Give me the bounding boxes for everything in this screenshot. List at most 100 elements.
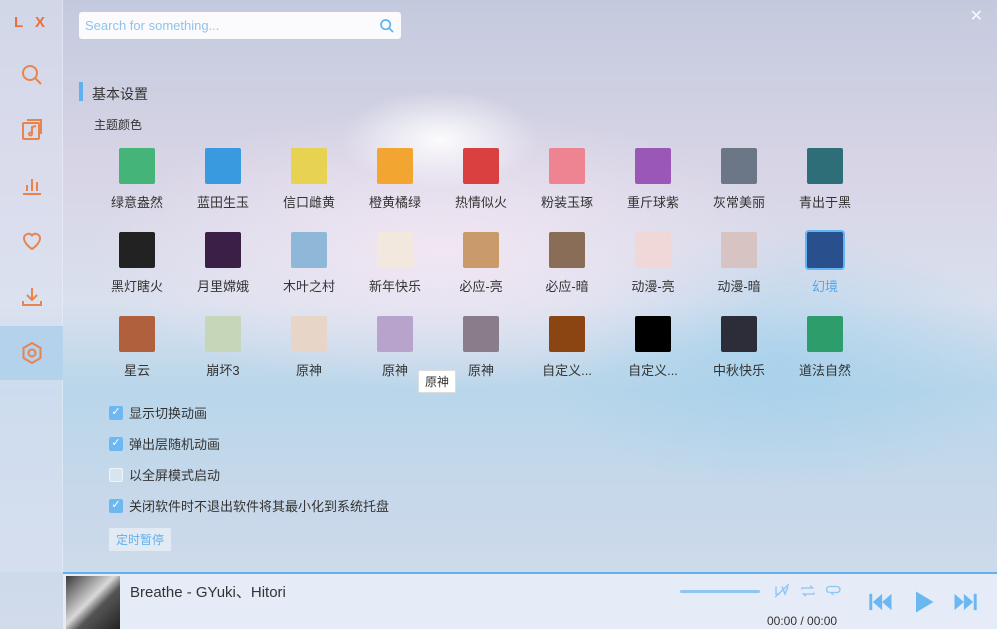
checkbox[interactable]: ✓: [109, 405, 123, 420]
sidebar-item-search[interactable]: [0, 48, 63, 102]
sidebar-item-leaderboard[interactable]: [0, 158, 63, 212]
theme-swatch[interactable]: [807, 232, 843, 268]
theme-item[interactable]: 黑灯瞎火: [97, 232, 177, 295]
theme-swatch[interactable]: [721, 148, 757, 184]
theme-swatch[interactable]: [463, 148, 499, 184]
theme-item[interactable]: 星云: [97, 316, 177, 379]
lyric-icon[interactable]: [773, 582, 791, 600]
album-cover[interactable]: [66, 576, 120, 629]
settings-icon: [22, 341, 41, 365]
theme-label: 青出于黑: [798, 195, 851, 210]
theme-swatch[interactable]: [463, 232, 499, 268]
theme-label: 原神: [295, 363, 322, 378]
theme-item[interactable]: 新年快乐: [355, 232, 435, 295]
theme-item[interactable]: 蓝田生玉: [183, 148, 263, 211]
sidebar-item-song-list[interactable]: [0, 103, 63, 157]
theme-swatch[interactable]: [291, 232, 327, 268]
progress-bar[interactable]: [680, 590, 760, 593]
theme-item[interactable]: 信口雌黄: [269, 148, 349, 211]
theme-item[interactable]: 崩坏3: [183, 316, 263, 379]
theme-swatch[interactable]: [377, 148, 413, 184]
theme-item[interactable]: 中秋快乐: [699, 316, 779, 379]
theme-item[interactable]: 橙黄橘绿: [355, 148, 435, 211]
section-indicator: [79, 82, 83, 101]
option-label: 显示切换动画: [129, 406, 208, 421]
section-title: 基本设置: [92, 86, 148, 102]
search-button[interactable]: [373, 12, 401, 39]
theme-swatch[interactable]: [463, 316, 499, 352]
theme-item[interactable]: 自定义...: [527, 316, 607, 379]
theme-label: 绿意盎然: [110, 195, 163, 210]
next-icon[interactable]: [951, 588, 979, 616]
sidebar-item-favorites[interactable]: [0, 214, 63, 268]
search-box[interactable]: [79, 12, 401, 39]
theme-item[interactable]: 灰常美丽: [699, 148, 779, 211]
prev-icon[interactable]: [867, 588, 895, 616]
checkbox[interactable]: ✓: [109, 498, 123, 513]
theme-swatch[interactable]: [119, 148, 155, 184]
theme-item[interactable]: 自定义...: [613, 316, 693, 379]
theme-swatch[interactable]: [721, 232, 757, 268]
theme-item[interactable]: 道法自然: [785, 316, 865, 379]
theme-item[interactable]: 月里嫦娥: [183, 232, 263, 295]
theme-item[interactable]: 木叶之村: [269, 232, 349, 295]
theme-swatch[interactable]: [635, 148, 671, 184]
search-input[interactable]: [85, 18, 373, 33]
theme-item[interactable]: 动漫-暗: [699, 232, 779, 295]
sidebar-item-download[interactable]: [0, 270, 63, 324]
theme-item[interactable]: 幻境: [785, 232, 865, 295]
theme-label: 星云: [123, 363, 150, 378]
theme-swatch[interactable]: [635, 232, 671, 268]
theme-item[interactable]: 绿意盎然: [97, 148, 177, 211]
option-switch-animation[interactable]: ✓ 显示切换动画: [109, 403, 207, 422]
theme-label: 必应-暗: [545, 279, 589, 294]
theme-label: 自定义...: [628, 363, 678, 378]
theme-swatch[interactable]: [205, 148, 241, 184]
theme-swatch[interactable]: [119, 232, 155, 268]
option-fullscreen-start[interactable]: 以全屏模式启动: [109, 465, 220, 484]
repeat-icon[interactable]: [799, 582, 817, 600]
theme-swatch[interactable]: [807, 148, 843, 184]
theme-item[interactable]: 青出于黑: [785, 148, 865, 211]
theme-label: 橙黄橘绿: [368, 195, 421, 210]
sidebar-item-settings[interactable]: [0, 326, 63, 380]
timer-pause-button[interactable]: 定时暂停: [109, 528, 172, 551]
checkbox[interactable]: [109, 467, 123, 482]
option-minimize-to-tray[interactable]: ✓ 关闭软件时不退出软件将其最小化到系统托盘: [109, 496, 389, 515]
theme-item[interactable]: 必应-暗: [527, 232, 607, 295]
theme-swatch[interactable]: [119, 316, 155, 352]
theme-item[interactable]: 原神: [269, 316, 349, 379]
theme-swatch[interactable]: [807, 316, 843, 352]
option-random-animation[interactable]: ✓ 弹出层随机动画: [109, 434, 220, 453]
theme-swatch[interactable]: [205, 316, 241, 352]
theme-item[interactable]: 必应-亮: [441, 232, 521, 295]
theme-swatch[interactable]: [549, 232, 585, 268]
theme-label: 黑灯瞎火: [110, 279, 163, 294]
theme-swatch[interactable]: [377, 232, 413, 268]
theme-swatch[interactable]: [721, 316, 757, 352]
loop-icon[interactable]: [825, 582, 843, 600]
theme-label: 木叶之村: [282, 279, 335, 294]
playback-controls: [867, 588, 979, 616]
theme-swatch[interactable]: [291, 148, 327, 184]
theme-label: 道法自然: [798, 363, 851, 378]
theme-swatch[interactable]: [635, 316, 671, 352]
theme-item[interactable]: 粉装玉琢: [527, 148, 607, 211]
theme-item[interactable]: 重斤球紫: [613, 148, 693, 211]
theme-item[interactable]: 动漫-亮: [613, 232, 693, 295]
theme-item[interactable]: 热情似火: [441, 148, 521, 211]
theme-swatch[interactable]: [205, 232, 241, 268]
checkbox[interactable]: ✓: [109, 436, 123, 451]
option-label: 关闭软件时不退出软件将其最小化到系统托盘: [129, 499, 390, 514]
player-bar: Breathe - GYuki、Hitori 00:00 / 00:00: [63, 572, 997, 629]
play-icon[interactable]: [909, 588, 937, 616]
time-display: 00:00 / 00:00: [767, 614, 838, 628]
theme-swatch[interactable]: [291, 316, 327, 352]
heart-icon: [22, 232, 41, 251]
theme-swatch[interactable]: [377, 316, 413, 352]
close-icon[interactable]: ✕: [970, 6, 983, 26]
theme-swatch[interactable]: [549, 316, 585, 352]
theme-label: 动漫-暗: [717, 279, 761, 294]
theme-label: 幻境: [811, 279, 838, 294]
theme-swatch[interactable]: [549, 148, 585, 184]
